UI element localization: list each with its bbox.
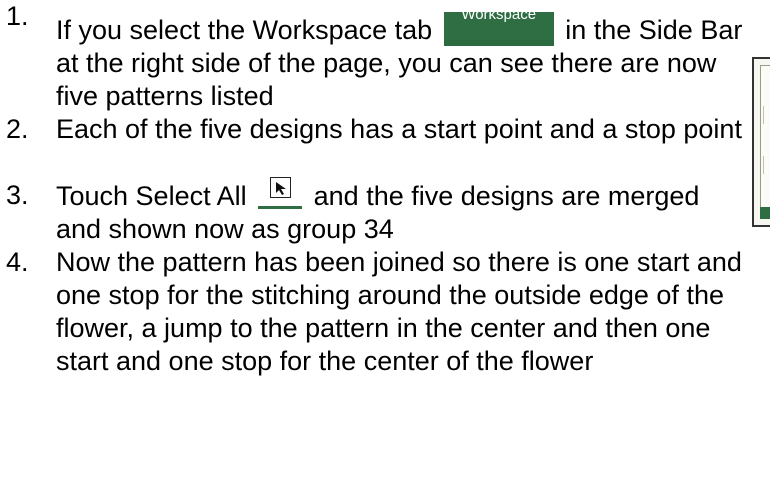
step-4-text: Now the pattern has been joined so there… <box>56 247 742 376</box>
instruction-list: 1. If you select the Workspace tab Works… <box>0 0 744 378</box>
cursor-arrow-icon <box>276 182 287 195</box>
workspace-tab-label: Workspace <box>461 6 537 23</box>
step-4: 4. Now the pattern has been joined so th… <box>0 246 744 378</box>
select-all-underline <box>258 206 303 209</box>
step-2: 2. Each of the five designs has a start … <box>0 113 744 146</box>
step-1: 1. If you select the Workspace tab Works… <box>0 0 744 113</box>
step-number: 4. <box>6 247 29 277</box>
step-3-text-before: Touch Select All <box>56 181 247 211</box>
step-1-text-before: If you select the Workspace tab <box>56 15 433 45</box>
side-bar-panel <box>760 65 770 217</box>
step-number: 3. <box>6 180 29 210</box>
step-3: 3. Touch Select All and the five designs… <box>0 177 744 246</box>
workspace-tab-icon: Workspace <box>443 6 554 46</box>
step-2-text: Each of the five designs has a start poi… <box>56 114 742 144</box>
select-all-icon <box>258 169 303 209</box>
step-number: 1. <box>6 1 29 31</box>
panel-notch <box>763 156 770 174</box>
panel-notch <box>763 106 770 124</box>
side-bar-preview <box>752 57 770 227</box>
side-bar-green-strip <box>760 207 770 219</box>
step-number: 2. <box>6 114 29 144</box>
